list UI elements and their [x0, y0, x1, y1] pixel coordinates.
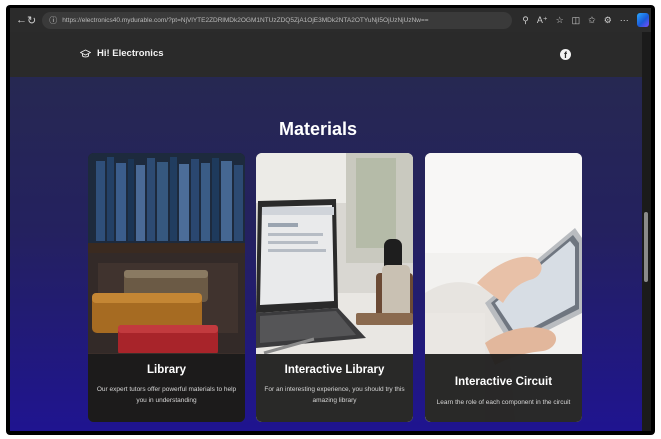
- card-interactive-circuit[interactable]: Interactive Circuit Learn the role of ea…: [425, 153, 582, 422]
- scrollbar-thumb[interactable]: [644, 212, 648, 282]
- web-page: Hi! Electronics f Materials Library Our …: [10, 32, 642, 431]
- favorites-bar-icon[interactable]: ✩: [588, 15, 596, 26]
- address-bar[interactable]: ⓘ https://electronics40.mydurable.com/?p…: [42, 11, 513, 29]
- section-title: Materials: [278, 119, 358, 139]
- graduation-cap-icon: [80, 49, 91, 57]
- card-interactive-library[interactable]: Interactive Library For an interesting e…: [256, 153, 413, 422]
- card-title: Interactive Library: [284, 364, 385, 376]
- favorite-icon[interactable]: ☆: [556, 15, 564, 26]
- vertical-scrollbar[interactable]: [642, 32, 651, 431]
- facebook-icon[interactable]: f: [560, 49, 571, 60]
- brand-name: Hi! Electronics: [97, 48, 164, 59]
- copilot-icon[interactable]: [636, 13, 649, 27]
- read-aloud-icon[interactable]: A⁺: [537, 15, 548, 26]
- card-caption: Interactive Library For an interesting e…: [256, 354, 413, 422]
- lock-icon: ⓘ: [49, 15, 58, 25]
- zoom-icon[interactable]: ⚲: [522, 15, 529, 26]
- site-header: Hi! Electronics f: [10, 32, 642, 77]
- card-title: Library: [147, 364, 186, 376]
- more-icon[interactable]: ⋯: [620, 15, 629, 26]
- browser-window: ← ↻ ⓘ https://electronics40.mydurable.co…: [6, 5, 655, 435]
- split-screen-icon[interactable]: ◫: [572, 15, 581, 26]
- card-library[interactable]: Library Our expert tutors offer powerful…: [88, 153, 245, 422]
- url-text: https://electronics40.mydurable.com/?pt=…: [62, 16, 429, 24]
- card-description: For an interesting experience, you shoul…: [264, 386, 405, 404]
- browser-toolbar: ← ↻ ⓘ https://electronics40.mydurable.co…: [10, 8, 651, 32]
- card-title: Interactive Circuit: [454, 376, 553, 388]
- card-description: Our expert tutors offer powerful materia…: [96, 386, 237, 404]
- card-caption: Interactive Circuit Learn the role of ea…: [425, 354, 582, 422]
- card-caption: Library Our expert tutors offer powerful…: [88, 354, 245, 422]
- extensions-icon[interactable]: ⚙: [604, 15, 612, 26]
- brand[interactable]: Hi! Electronics: [80, 48, 164, 59]
- refresh-icon[interactable]: ↻: [27, 14, 36, 27]
- back-icon[interactable]: ←: [16, 14, 27, 26]
- card-description: Learn the role of each component in the …: [436, 399, 571, 406]
